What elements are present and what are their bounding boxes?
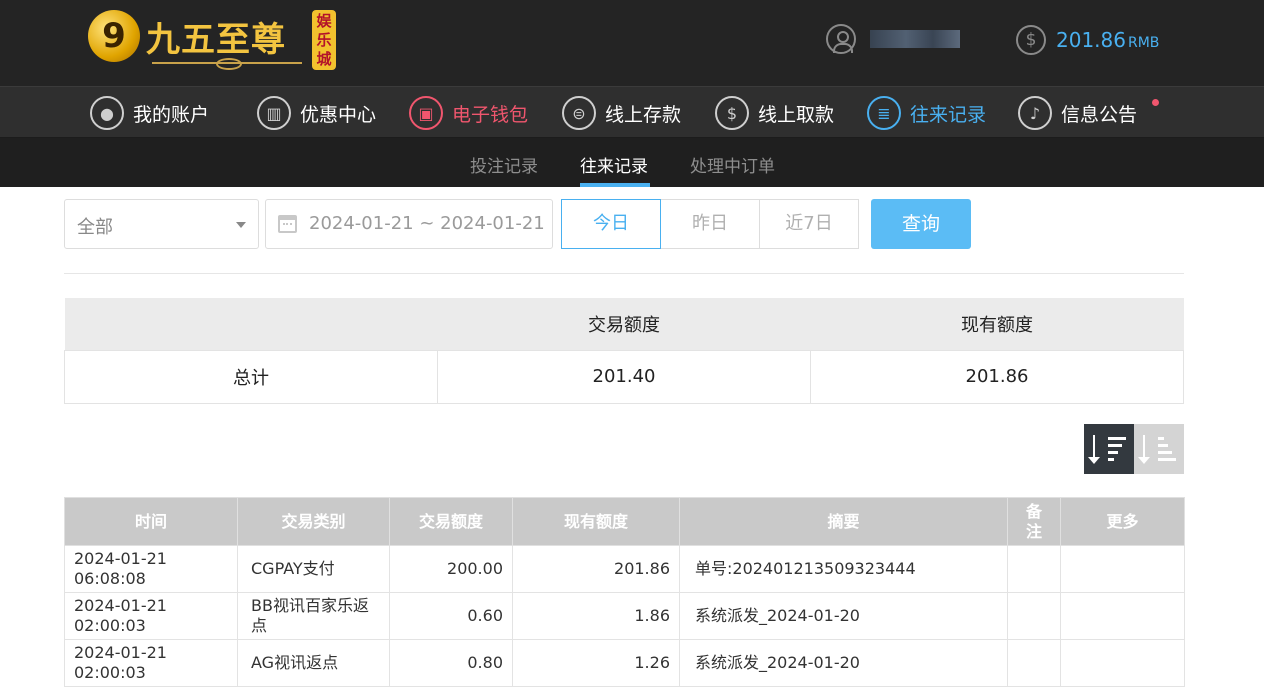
nav-item-records[interactable]: ≣ 往来记录 — [867, 95, 986, 131]
cell-amount: 0.60 — [389, 592, 513, 640]
bell-icon: ♪ — [1018, 96, 1052, 130]
main-nav: ● 我的账户 ▥ 优惠中心 ▣ 电子钱包 ⊜ 线上存款 $ 线上取款 ≣ 往来记… — [0, 86, 1264, 138]
query-button[interactable]: 查询 — [871, 199, 971, 249]
range-today-button[interactable]: 今日 — [561, 199, 661, 249]
cell-type: BB视讯百家乐返点 — [237, 592, 390, 640]
cell-balance: 201.86 — [512, 545, 680, 593]
deposit-icon: ⊜ — [562, 96, 596, 130]
table-row: 2024-01-21 02:00:03 BB视讯百家乐返点 0.60 1.86 … — [64, 592, 1185, 640]
col-header-amount: 交易额度 — [389, 497, 513, 546]
summary-header-transaction: 交易额度 — [437, 298, 811, 350]
nav-item-e-wallet[interactable]: ▣ 电子钱包 — [409, 95, 528, 131]
cell-note — [1007, 639, 1061, 687]
logo-name: 九五至尊 — [146, 20, 286, 60]
nav-item-withdraw[interactable]: $ 线上取款 — [715, 95, 834, 131]
range-7days-button[interactable]: 近7日 — [759, 199, 859, 249]
nav-item-promotions[interactable]: ▥ 优惠中心 — [257, 95, 376, 131]
nav-item-deposit[interactable]: ⊜ 线上存款 — [562, 95, 681, 131]
col-header-balance: 现有额度 — [512, 497, 680, 546]
summary-transaction: 201.40 — [437, 349, 811, 404]
col-header-note: 备注 — [1007, 497, 1061, 546]
category-select[interactable]: 全部 — [64, 199, 259, 249]
notification-dot — [1152, 99, 1159, 106]
cell-type: AG视讯返点 — [237, 639, 390, 687]
site-logo[interactable]: 9 九五至尊 娱乐城 — [88, 8, 340, 74]
summary-header-blank — [64, 298, 438, 350]
summary-label: 总计 — [64, 349, 438, 404]
category-value: 全部 — [77, 217, 113, 238]
divider — [64, 273, 1184, 274]
cell-type: CGPAY支付 — [237, 545, 390, 593]
cell-amount: 200.00 — [389, 545, 513, 593]
tab-bet-records[interactable]: 投注记录 — [470, 152, 538, 177]
nav-label: 优惠中心 — [300, 103, 377, 126]
nav-label: 信息公告 — [1061, 103, 1138, 126]
sort-desc-button[interactable] — [1084, 424, 1134, 474]
logo-flourish — [152, 58, 302, 70]
user-circle-icon — [826, 24, 856, 54]
cell-more[interactable] — [1060, 639, 1185, 687]
wallet-icon: ▣ — [409, 96, 443, 130]
sort-asc-icon — [1138, 435, 1150, 464]
active-tab-indicator — [580, 183, 650, 187]
summary-header-current: 现有额度 — [810, 298, 1184, 350]
cell-summary: 系统派发_2024-01-20 — [679, 639, 1008, 687]
cell-balance: 1.26 — [512, 639, 680, 687]
date-range-input[interactable]: 2024-01-21 ~ 2024-01-21 — [265, 199, 553, 249]
nav-label: 往来记录 — [910, 103, 987, 126]
summary-row: 总计 201.40 201.86 — [64, 349, 1184, 404]
records-table: 时间 交易类别 交易额度 现有额度 摘要 备注 更多 2024-01-21 06… — [64, 497, 1185, 687]
cell-summary: 系统派发_2024-01-20 — [679, 592, 1008, 640]
logo-tag: 娱乐城 — [312, 10, 336, 70]
cell-time: 2024-01-21 06:08:08 — [64, 545, 238, 593]
cell-more[interactable] — [1060, 592, 1185, 640]
nav-item-announcements[interactable]: ♪ 信息公告 — [1018, 95, 1137, 131]
calendar-icon — [278, 215, 297, 233]
nav-label: 线上存款 — [605, 103, 682, 126]
cell-summary: 单号:202401213509323444 — [679, 545, 1008, 593]
col-header-time: 时间 — [64, 497, 238, 546]
summary-table: 交易额度 现有额度 总计 201.40 201.86 — [64, 298, 1184, 404]
top-header: 9 九五至尊 娱乐城 $ 201.86 RMB — [0, 0, 1264, 86]
tab-transaction-records[interactable]: 往来记录 — [580, 152, 648, 177]
col-header-summary: 摘要 — [679, 497, 1008, 546]
nav-label: 我的账户 — [133, 103, 210, 126]
username-redacted — [870, 30, 960, 48]
date-range-value: 2024-01-21 ~ 2024-01-21 — [309, 213, 545, 234]
table-row: 2024-01-21 02:00:03 AG视讯返点 0.80 1.26 系统派… — [64, 639, 1185, 687]
dollar-circle-icon: $ — [1016, 25, 1046, 55]
summary-current: 201.86 — [810, 349, 1184, 404]
cell-amount: 0.80 — [389, 639, 513, 687]
nav-label: 线上取款 — [758, 103, 835, 126]
nav-label: 电子钱包 — [452, 103, 529, 126]
sort-asc-button[interactable] — [1134, 424, 1184, 474]
withdraw-icon: $ — [715, 96, 749, 130]
table-row: 2024-01-21 06:08:08 CGPAY支付 200.00 201.8… — [64, 545, 1185, 593]
cell-note — [1007, 545, 1061, 593]
cell-balance: 1.86 — [512, 592, 680, 640]
cell-more[interactable] — [1060, 545, 1185, 593]
cell-note — [1007, 592, 1061, 640]
sub-nav: 投注记录 往来记录 处理中订单 — [0, 138, 1264, 187]
col-header-more: 更多 — [1060, 497, 1185, 546]
cell-time: 2024-01-21 02:00:03 — [64, 592, 238, 640]
col-header-type: 交易类别 — [237, 497, 390, 546]
tab-pending-orders[interactable]: 处理中订单 — [690, 152, 775, 177]
sort-desc-icon — [1088, 435, 1100, 464]
user-icon: ● — [90, 96, 124, 130]
cell-time: 2024-01-21 02:00:03 — [64, 639, 238, 687]
logo-mark: 9 — [88, 10, 140, 62]
nav-item-my-account[interactable]: ● 我的账户 — [90, 95, 209, 131]
chevron-down-icon — [236, 222, 246, 228]
records-icon: ≣ — [867, 96, 901, 130]
balance-amount: 201.86 RMB — [1056, 28, 1160, 52]
range-yesterday-button[interactable]: 昨日 — [660, 199, 760, 249]
gift-icon: ▥ — [257, 96, 291, 130]
